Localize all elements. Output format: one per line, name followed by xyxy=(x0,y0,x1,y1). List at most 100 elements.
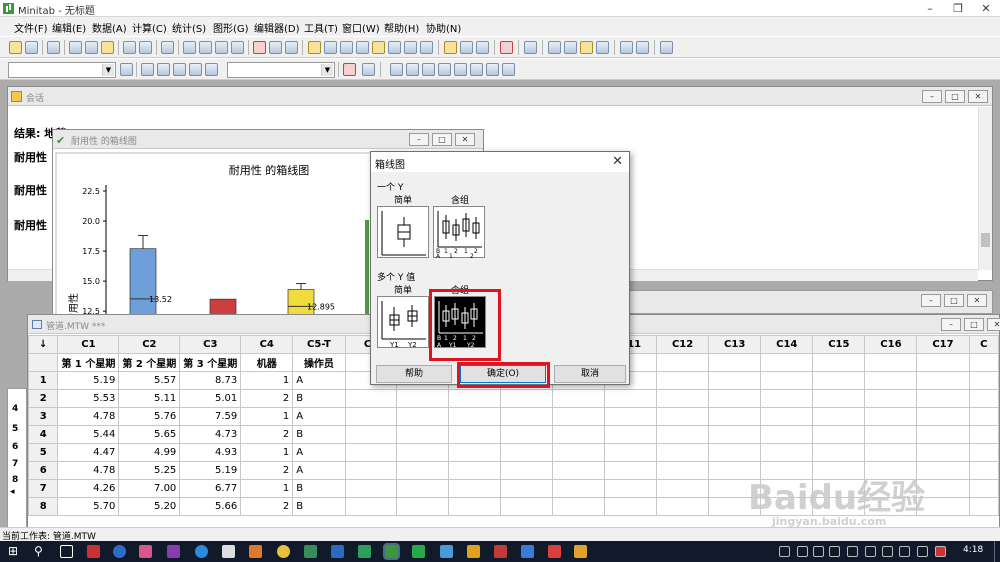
data-cell[interactable]: 5.44 xyxy=(57,425,120,444)
cut-icon[interactable] xyxy=(69,41,82,54)
graph-minimize-button[interactable]: – xyxy=(409,133,429,146)
data-cell[interactable]: 2 xyxy=(240,497,294,516)
menu-tools[interactable]: 工具(T) xyxy=(304,20,338,35)
line-tool-icon[interactable] xyxy=(454,63,467,76)
data-cell[interactable] xyxy=(551,479,605,498)
cancel-button[interactable]: 取消 xyxy=(554,365,626,383)
rectangle-tool-icon[interactable] xyxy=(422,63,435,76)
ellipse-tool-icon[interactable] xyxy=(438,63,451,76)
stat-guide-icon[interactable] xyxy=(285,41,298,54)
column-name-cell[interactable] xyxy=(708,353,762,372)
data-cell[interactable] xyxy=(968,461,1000,480)
data-cell[interactable] xyxy=(551,407,605,426)
data-cell[interactable] xyxy=(396,461,450,480)
chrome-icon[interactable] xyxy=(277,545,290,558)
data-cell[interactable]: 2 xyxy=(240,425,294,444)
history-icon[interactable] xyxy=(372,41,385,54)
arrow-up-icon[interactable] xyxy=(183,41,196,54)
tray-icon[interactable] xyxy=(813,546,824,557)
app-icon-red-2[interactable] xyxy=(494,545,507,558)
data-cell[interactable]: B xyxy=(292,425,346,444)
data-cell[interactable] xyxy=(448,479,502,498)
column-name-cell[interactable] xyxy=(656,353,710,372)
app-icon-pink[interactable] xyxy=(139,545,152,558)
column-header[interactable]: C13 xyxy=(708,335,762,354)
data-cell[interactable] xyxy=(864,425,918,444)
app-icon-orange[interactable] xyxy=(249,545,262,558)
column-name-cell[interactable]: 操作员 xyxy=(292,353,346,372)
data-cell[interactable] xyxy=(603,497,658,516)
text-tool-icon[interactable] xyxy=(406,63,419,76)
graphs-icon[interactable] xyxy=(340,41,353,54)
task-view-icon[interactable] xyxy=(60,545,73,558)
data-cell[interactable]: B xyxy=(292,389,346,408)
data-cell[interactable]: 4.78 xyxy=(57,461,120,480)
data-cell[interactable] xyxy=(916,443,970,462)
data-cell[interactable] xyxy=(760,443,814,462)
scroll-left-icon[interactable]: ◂ xyxy=(10,487,15,497)
data-cell[interactable] xyxy=(812,425,866,444)
data-cell[interactable] xyxy=(916,389,970,408)
data-cell[interactable]: B xyxy=(292,479,346,498)
data-cell[interactable] xyxy=(864,407,918,426)
flag-tool-icon[interactable] xyxy=(189,63,202,76)
data-cell[interactable] xyxy=(968,497,1000,516)
data-cell[interactable] xyxy=(344,389,398,408)
one-y-with-groups-option[interactable]: B A 1 2 1 2 1 2 xyxy=(433,206,485,260)
data-cell[interactable] xyxy=(760,371,814,390)
data-cell[interactable] xyxy=(812,407,866,426)
column-header[interactable]: C5-T xyxy=(292,335,346,354)
data-cell[interactable] xyxy=(656,425,710,444)
zoom-icon[interactable] xyxy=(362,63,375,76)
restore-button[interactable]: ❐ xyxy=(944,0,972,17)
data-cell[interactable] xyxy=(551,425,605,444)
row-number[interactable]: 5 xyxy=(27,443,59,462)
data-cell[interactable] xyxy=(448,443,502,462)
data-cell[interactable]: 4.99 xyxy=(118,443,181,462)
project-manager-icon[interactable] xyxy=(420,41,433,54)
layout-icon[interactable] xyxy=(460,41,473,54)
row-number[interactable]: 3 xyxy=(27,407,59,426)
session-window-icon[interactable] xyxy=(308,41,321,54)
menu-assistant[interactable]: 协助(N) xyxy=(426,20,461,35)
data-cell[interactable] xyxy=(396,497,450,516)
data-cell[interactable] xyxy=(916,425,970,444)
data-cell[interactable] xyxy=(500,461,553,480)
undo-icon[interactable] xyxy=(123,41,136,54)
graph-close-button[interactable]: ✕ xyxy=(455,133,475,146)
column-header[interactable]: C15 xyxy=(812,335,866,354)
column-header[interactable]: C1 xyxy=(57,335,120,354)
show-desktop-button[interactable] xyxy=(994,541,1000,562)
edit-last-dialog-icon[interactable] xyxy=(161,41,174,54)
bg-maximize-button[interactable]: □ xyxy=(944,294,964,307)
app-icon-green-3[interactable] xyxy=(412,545,425,558)
data-cell[interactable]: 5.70 xyxy=(57,497,120,516)
data-cell[interactable] xyxy=(344,479,398,498)
arrow-down-icon[interactable] xyxy=(199,41,212,54)
brush-tool-icon[interactable] xyxy=(157,63,170,76)
data-cell[interactable]: 5.11 xyxy=(118,389,181,408)
menu-window[interactable]: 窗口(W) xyxy=(342,20,380,35)
data-cell[interactable] xyxy=(656,479,710,498)
data-cell[interactable]: 2 xyxy=(240,389,294,408)
row-number[interactable]: 6 xyxy=(27,461,59,480)
row-number[interactable]: 2 xyxy=(27,389,59,408)
menu-graph[interactable]: 图形(G) xyxy=(213,20,249,35)
replace-icon[interactable] xyxy=(231,41,244,54)
find-icon[interactable] xyxy=(215,41,228,54)
data-cell[interactable] xyxy=(968,479,1000,498)
data-cell[interactable] xyxy=(448,407,502,426)
app-icon-red[interactable] xyxy=(87,545,100,558)
chart-icon[interactable] xyxy=(580,41,593,54)
menu-data[interactable]: 数据(A) xyxy=(92,20,127,35)
app-icon-blue[interactable] xyxy=(113,545,126,558)
worksheet-minimize-button[interactable]: – xyxy=(941,318,961,331)
data-cell[interactable] xyxy=(603,461,658,480)
volume-icon[interactable] xyxy=(882,546,893,557)
data-cell[interactable] xyxy=(344,425,398,444)
data-cell[interactable]: 6.77 xyxy=(179,479,242,498)
menu-edit[interactable]: 编辑(E) xyxy=(52,20,86,35)
data-cell[interactable] xyxy=(760,407,814,426)
tray-icon[interactable] xyxy=(847,546,858,557)
column-name-cell[interactable]: 第 1 个星期 xyxy=(57,353,120,372)
